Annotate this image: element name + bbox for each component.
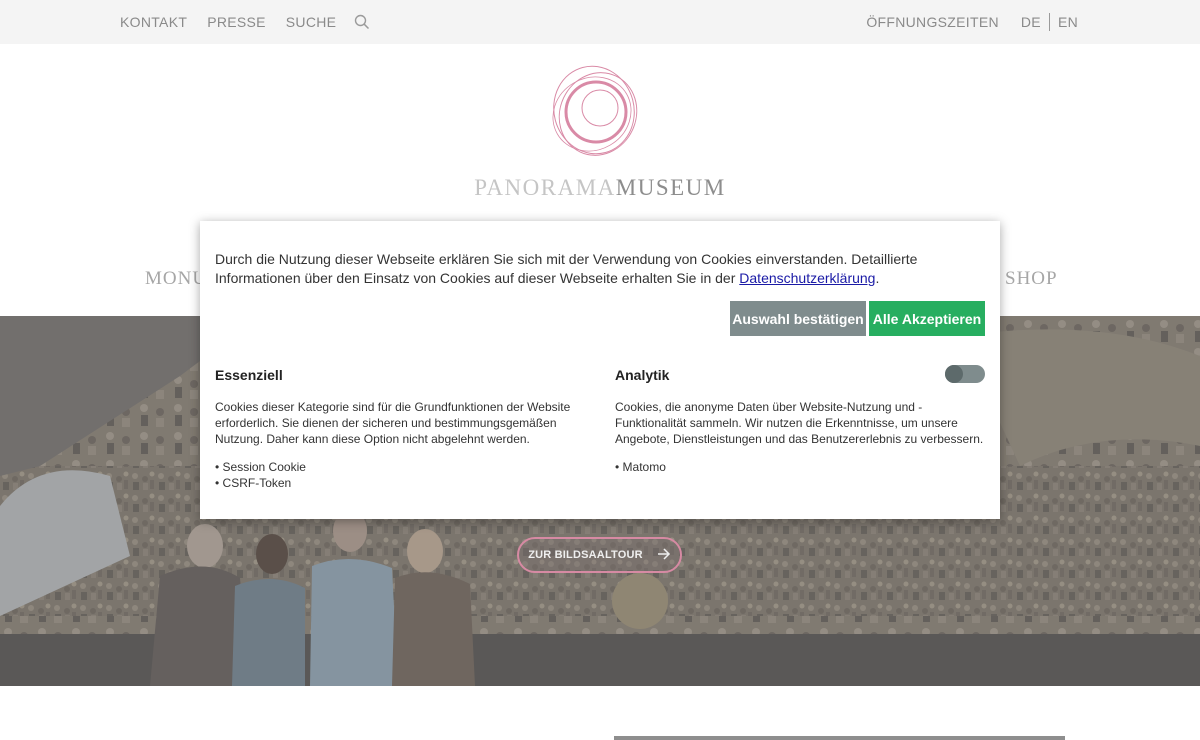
top-utility-bar: KONTAKT PRESSE SUCHE ÖFFNUNGSZEITEN DE E… [0, 0, 1200, 44]
list-item: • Session Cookie [215, 460, 306, 474]
analytics-cookie-list: • Matomo [615, 459, 666, 475]
essential-category-description: Cookies dieser Kategorie sind für die Gr… [215, 400, 571, 446]
analytics-toggle[interactable] [945, 365, 985, 383]
logo-circles-icon[interactable] [550, 62, 642, 160]
privacy-policy-link[interactable]: Datenschutzerklärung [739, 270, 875, 286]
cookie-intro-end: . [875, 270, 880, 286]
confirm-selection-button[interactable]: Auswahl bestätigen [730, 301, 866, 336]
toggle-knob [945, 365, 963, 383]
contact-link[interactable]: KONTAKT [120, 14, 187, 30]
brand-wordmark[interactable]: PANORAMAMUSEUM [0, 175, 1200, 201]
search-link[interactable]: SUCHE [286, 14, 337, 30]
utility-links-left: KONTAKT PRESSE SUCHE [120, 0, 370, 44]
list-item: • Matomo [615, 460, 666, 474]
analytics-category-title: Analytik [615, 367, 670, 383]
essential-category-title: Essenziell [215, 367, 283, 383]
main-nav-item-partial-left[interactable]: MONU [145, 268, 207, 290]
cookie-intro-text: Durch die Nutzung dieser Webseite erklär… [215, 250, 985, 288]
press-link[interactable]: PRESSE [207, 14, 266, 30]
accept-all-button[interactable]: Alle Akzeptieren [869, 301, 985, 336]
language-divider [1048, 13, 1050, 31]
essential-cookie-list: • Session Cookie • CSRF-Token [215, 459, 306, 491]
brand-word-panorama: PANORAMA [474, 175, 616, 200]
gallery-tour-label: ZUR BILDSAALTOUR [528, 549, 643, 561]
cookie-consent-dialog: Durch die Nutzung dieser Webseite erklär… [200, 221, 1000, 519]
gallery-tour-button[interactable]: ZUR BILDSAALTOUR [517, 537, 682, 573]
arrow-right-icon [657, 547, 671, 563]
search-icon[interactable] [354, 14, 370, 30]
language-en[interactable]: EN [1058, 14, 1078, 30]
brand-word-museum: MUSEUM [615, 175, 726, 200]
language-de[interactable]: DE [1021, 14, 1041, 30]
opening-hours-link[interactable]: ÖFFNUNGSZEITEN [866, 14, 999, 30]
main-nav-item-shop[interactable]: SHOP [1005, 268, 1058, 290]
content-image-top-edge [614, 736, 1065, 740]
utility-links-right: ÖFFNUNGSZEITEN DE EN [866, 0, 1078, 44]
analytics-category-description: Cookies, die anonyme Daten über Website-… [615, 400, 984, 446]
list-item: • CSRF-Token [215, 476, 292, 490]
